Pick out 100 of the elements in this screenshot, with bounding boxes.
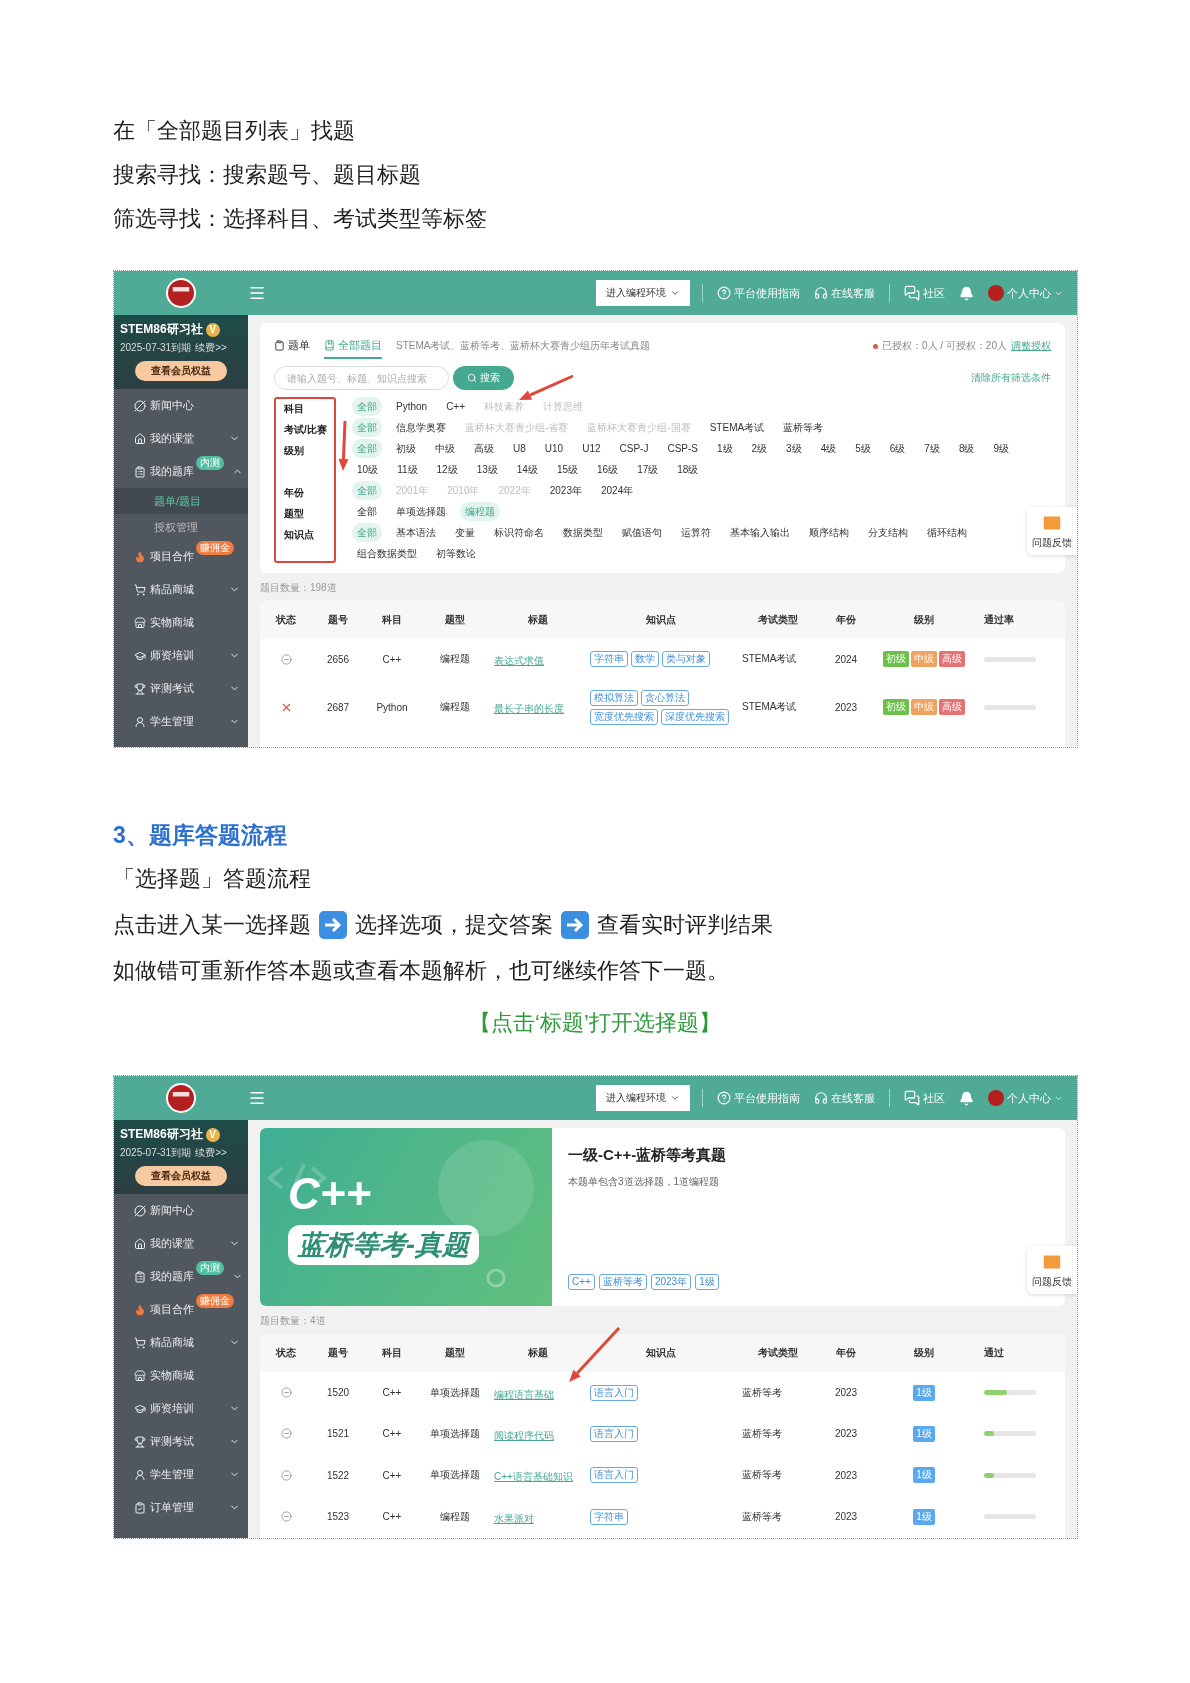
question-count: 题目数量：4道 xyxy=(260,1314,327,1328)
filter-option[interactable]: 初级 xyxy=(391,439,421,458)
renew-link[interactable]: 续费>> xyxy=(195,1146,227,1160)
filter-option[interactable]: U12 xyxy=(577,439,606,458)
filter-option[interactable]: 15级 xyxy=(551,460,583,479)
tab[interactable]: 题单 xyxy=(274,333,310,359)
bell-icon[interactable] xyxy=(959,1090,974,1106)
filter-option[interactable]: 数据类型 xyxy=(558,523,608,542)
benefits-button[interactable]: 查看会员权益 xyxy=(135,1166,227,1186)
filter-option[interactable]: 17级 xyxy=(632,460,664,479)
table-cell-text: C++ xyxy=(381,1469,403,1481)
nav-subitem[interactable]: 授权管理 xyxy=(114,514,248,540)
filter-option[interactable]: 中级 xyxy=(430,439,460,458)
nav-item[interactable]: 师资培训 xyxy=(114,1392,248,1425)
filter-option[interactable]: 初等数论 xyxy=(431,544,481,563)
filter-option[interactable]: 9级 xyxy=(988,439,1015,458)
filter-option[interactable]: 组合数据类型 xyxy=(352,544,422,563)
nav-item[interactable]: 评测考试 xyxy=(114,672,248,705)
nav-item[interactable]: 师资培训 xyxy=(114,639,248,672)
filter-option[interactable]: Python xyxy=(391,397,433,416)
filter-option[interactable]: 18级 xyxy=(672,460,704,479)
filter-option[interactable]: CSP-J xyxy=(614,439,654,458)
nav-item[interactable]: 评测考试 xyxy=(114,1425,248,1458)
filter-option[interactable]: U8 xyxy=(508,439,531,458)
renew-link[interactable]: 续费>> xyxy=(195,341,227,355)
filter-option[interactable]: 运算符 xyxy=(676,523,716,542)
filter-option[interactable]: 6级 xyxy=(884,439,911,458)
filter-option[interactable]: 顺序结构 xyxy=(804,523,854,542)
nav-item[interactable]: 我的课堂 xyxy=(114,422,248,455)
nav-item[interactable]: 新闻中心 xyxy=(114,389,248,422)
filter-option[interactable]: 1级 xyxy=(712,439,738,458)
table-cell-text: 1521 xyxy=(325,1428,351,1439)
filter-option[interactable]: 2级 xyxy=(746,439,773,458)
nav-item[interactable]: 项目合作 赚佣金 xyxy=(114,540,248,573)
filter-option[interactable]: 7级 xyxy=(919,439,945,458)
nav-item[interactable]: 项目合作 赚佣金 xyxy=(114,1293,248,1326)
filter-option[interactable]: 14级 xyxy=(511,460,543,479)
nav-item[interactable]: 实物商城 xyxy=(114,606,248,639)
filter-option[interactable]: 基本输入输出 xyxy=(725,523,795,542)
table-cell-text: 1522 xyxy=(325,1469,351,1481)
filter-option[interactable]: 变量 xyxy=(450,523,480,542)
filter-option[interactable]: 3级 xyxy=(781,439,807,458)
filter-option[interactable]: 基本语法 xyxy=(391,523,441,542)
nav-item[interactable]: 我的课堂 xyxy=(114,1227,248,1260)
nav-item[interactable]: 我的题库 内测 xyxy=(114,1260,248,1293)
level-tag: 1级 xyxy=(913,1467,935,1483)
filter-option[interactable]: 高级 xyxy=(469,439,499,458)
filter-option[interactable]: 蓝桥等考 xyxy=(778,418,829,437)
column-header: 知识点 xyxy=(645,1346,677,1360)
nav-item[interactable]: 学生管理 xyxy=(114,705,248,738)
filter-option[interactable]: CSP-S xyxy=(662,439,703,458)
bell-icon[interactable] xyxy=(959,285,974,301)
filter-option[interactable]: STEMA考试 xyxy=(704,418,770,437)
filter-option[interactable]: 2023年 xyxy=(544,481,587,500)
level-tag: 中级 xyxy=(911,699,937,715)
nav-item[interactable]: 学生管理 xyxy=(114,1458,248,1491)
nav-item[interactable]: 订单管理 xyxy=(114,1491,248,1524)
avatar-icon xyxy=(988,1090,1004,1106)
filter-option[interactable]: 16级 xyxy=(592,460,624,479)
environment-dropdown[interactable]: 进入编程环境 xyxy=(596,280,690,306)
nav-item[interactable]: 新闻中心 xyxy=(114,1194,248,1227)
clipboard-icon xyxy=(134,465,146,478)
filter-option[interactable]: 循环结构 xyxy=(922,523,972,542)
feedback-widget[interactable]: 问题反馈 xyxy=(1027,1246,1077,1294)
nav-item[interactable]: 实物商城 xyxy=(114,1359,248,1392)
filter-option[interactable]: 10级 xyxy=(352,460,384,479)
menu-icon[interactable] xyxy=(248,284,266,302)
store-icon xyxy=(134,1369,146,1382)
feedback-widget[interactable]: 问题反馈 xyxy=(1027,507,1077,555)
nav-subitem[interactable]: 题单/题目 xyxy=(114,488,248,514)
filter-option[interactable]: 标识符命名 xyxy=(489,523,549,542)
filter-option[interactable]: 13级 xyxy=(471,460,503,479)
filter-option[interactable]: 赋值语句 xyxy=(617,523,667,542)
filter-option[interactable]: 信息学奥赛 xyxy=(391,418,451,437)
menu-icon[interactable] xyxy=(248,1089,266,1107)
filter-option[interactable]: 全部 xyxy=(352,502,382,521)
level-tag: 中级 xyxy=(911,651,937,667)
nav-item[interactable]: 我的题库 内测 xyxy=(114,455,248,488)
nav-item[interactable]: 精品商城 xyxy=(114,1326,248,1359)
benefits-button[interactable]: 查看会员权益 xyxy=(135,361,227,381)
filter-option[interactable]: 11级 xyxy=(392,460,423,479)
logo-icon[interactable] xyxy=(166,1083,196,1113)
filter-option[interactable]: U10 xyxy=(539,439,569,458)
column-header: 考试类型 xyxy=(757,1346,799,1360)
logo-icon[interactable] xyxy=(166,278,196,308)
environment-dropdown[interactable]: 进入编程环境 xyxy=(596,1085,690,1111)
filter-option[interactable]: 8级 xyxy=(953,439,980,458)
filter-label: 题型 xyxy=(283,507,305,521)
nav-badge: 内测 xyxy=(196,456,224,470)
trophy-icon xyxy=(134,1435,146,1448)
filter-option[interactable]: 单项选择题 xyxy=(391,502,451,521)
level-tag: 1级 xyxy=(913,1384,935,1401)
filter-option[interactable]: 5级 xyxy=(850,439,876,458)
filter-option[interactable]: 分支结构 xyxy=(863,523,913,542)
nav-item[interactable]: 精品商城 xyxy=(114,573,248,606)
filter-option[interactable]: C++ xyxy=(441,397,471,416)
filter-option[interactable]: 12级 xyxy=(431,460,463,479)
question-count: 题目数量：198道 xyxy=(260,581,338,595)
filter-option[interactable]: 4级 xyxy=(815,439,842,458)
filter-option[interactable]: 2024年 xyxy=(596,481,639,500)
